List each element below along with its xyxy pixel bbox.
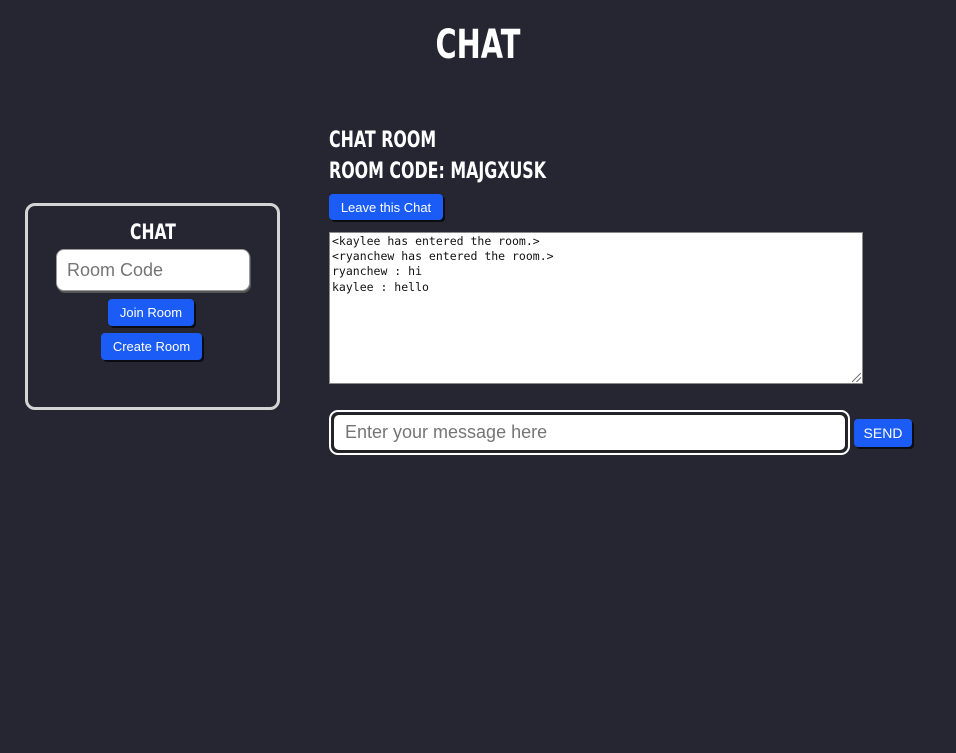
- resize-grip-icon[interactable]: [852, 373, 861, 382]
- chat-room-heading-text: CHAT ROOM: [329, 128, 437, 153]
- message-input[interactable]: [332, 413, 847, 452]
- chat-app-page: CHAT CHAT Join Room Create Room CHAT ROO…: [0, 0, 956, 753]
- app-title: CHAT: [0, 22, 956, 68]
- app-title-text: CHAT: [435, 22, 521, 68]
- leave-chat-button[interactable]: Leave this Chat: [329, 194, 443, 220]
- chat-log-textarea[interactable]: <kaylee has entered the room.> <ryanchew…: [329, 232, 863, 384]
- create-room-button[interactable]: Create Room: [101, 333, 202, 360]
- chat-log-line: ryanchew : hi: [332, 264, 423, 279]
- send-button[interactable]: SEND: [854, 419, 912, 447]
- join-panel-title: CHAT: [28, 220, 277, 244]
- chat-log-line: kaylee : hello: [332, 279, 429, 294]
- join-room-panel: CHAT Join Room Create Room: [25, 203, 280, 410]
- room-code-heading: ROOM CODE: MAJGXUSK: [329, 159, 630, 185]
- chat-room-heading: CHAT ROOM: [329, 128, 478, 154]
- chat-log-line: <ryanchew has entered the room.>: [332, 249, 554, 264]
- join-room-button[interactable]: Join Room: [108, 299, 194, 326]
- message-input-wrapper: [329, 410, 850, 455]
- chat-log-line: <kaylee has entered the room.>: [332, 234, 540, 248]
- room-code-input[interactable]: [56, 249, 250, 291]
- room-code-heading-text: ROOM CODE: MAJGXUSK: [329, 159, 546, 184]
- join-panel-title-text: CHAT: [129, 220, 176, 244]
